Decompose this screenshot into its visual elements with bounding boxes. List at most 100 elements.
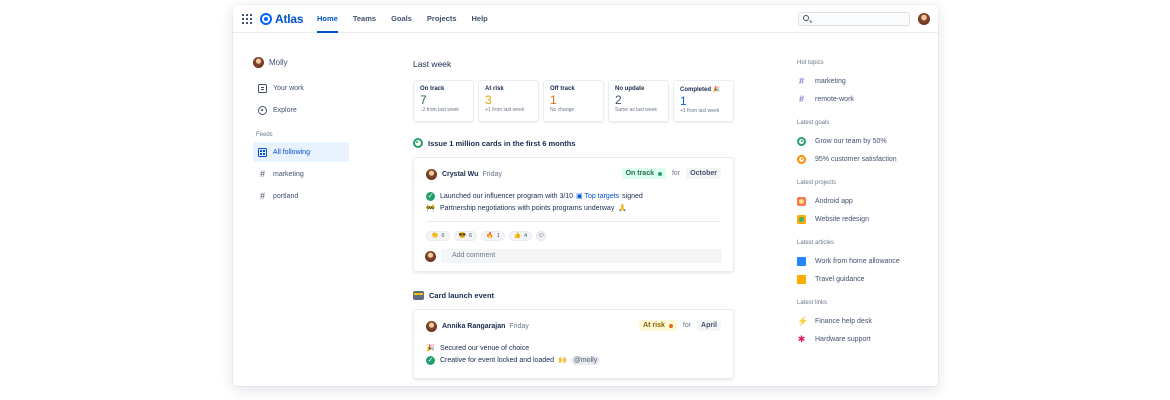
author-name[interactable]: Crystal Wu: [442, 171, 478, 178]
sidebar-user[interactable]: Molly: [253, 55, 353, 69]
profile-avatar[interactable]: [918, 13, 930, 25]
nav-tabs: Home Teams Goals Projects Help: [317, 5, 503, 33]
stat-off-track[interactable]: Off track 1 No change: [543, 80, 604, 122]
status-label: On track: [625, 170, 654, 177]
link-item[interactable]: ⚡ Finance help desk: [797, 312, 927, 330]
avatar[interactable]: [426, 320, 437, 332]
atlas-logo-icon: [260, 13, 272, 25]
tab-goals[interactable]: Goals: [391, 5, 412, 33]
status-row: On track for October: [621, 168, 721, 179]
reaction-fire[interactable]: 🔥 1: [481, 231, 505, 241]
stat-change: +1 from last week: [680, 108, 720, 114]
reaction-cool[interactable]: 😎 6: [453, 231, 478, 241]
compass-icon: [258, 105, 267, 115]
for-label: for: [682, 322, 692, 329]
stat-completed[interactable]: Completed 🎉 1 +1 from last week: [673, 80, 734, 122]
tab-help[interactable]: Help: [472, 5, 488, 33]
author-name[interactable]: Annika Rangarajan: [442, 323, 505, 330]
app-window: Atlas Home Teams Goals Projects Help Mol…: [233, 5, 938, 386]
reaction-count: 6: [469, 233, 473, 239]
latest-projects: Latest projects Android app Website rede…: [797, 180, 927, 228]
hash-icon: #: [798, 93, 804, 104]
sidebar-item-explore[interactable]: Explore: [253, 100, 353, 120]
goal-header[interactable]: Issue 1 million cards in the first 6 mon…: [413, 137, 734, 149]
tab-home[interactable]: Home: [317, 5, 338, 33]
stat-change: No change: [550, 107, 575, 113]
status-row: At risk for April: [639, 320, 721, 331]
stat-no-update[interactable]: No update 2 Same as last week: [608, 80, 669, 122]
project-title: Card launch event: [429, 290, 495, 300]
slack-icon: ✱: [797, 333, 806, 344]
update-text: Secured our venue of choice: [440, 344, 530, 352]
target-month: April: [697, 320, 721, 331]
status-summary: On track 7 ↓2 from last week At risk 3 +…: [413, 80, 734, 122]
comment-input[interactable]: Add comment: [441, 249, 722, 263]
hot-topics: Hot topics # marketing # remote-work: [797, 60, 927, 108]
party-popper-icon: 🎉: [426, 344, 435, 352]
project-item[interactable]: Android app: [797, 192, 927, 210]
sidebar-item-label: All following: [273, 148, 310, 156]
feeds-heading: Feeds: [256, 132, 273, 138]
reaction-thumbs-up[interactable]: 👍 4: [508, 231, 533, 241]
goal-icon: [797, 154, 806, 164]
update-card: Crystal Wu Friday On track for October ✓…: [413, 157, 734, 272]
article-item[interactable]: Work from home allowance: [797, 252, 927, 270]
document-icon: [797, 256, 806, 266]
stat-value: 2: [615, 93, 622, 107]
add-reaction-icon[interactable]: ☺: [536, 231, 547, 241]
update-line: ✓ Launched our influencer program with 3…: [414, 190, 733, 202]
tab-teams[interactable]: Teams: [353, 5, 376, 33]
sidebar-item-marketing[interactable]: # marketing: [253, 164, 353, 184]
project-icon: [797, 196, 806, 206]
topic-item[interactable]: # remote-work: [797, 90, 927, 108]
project-header[interactable]: Card launch event: [413, 289, 734, 301]
sidebar-item-label: Explore: [273, 106, 297, 114]
update-date: Friday: [509, 322, 529, 330]
document-icon: [797, 274, 806, 284]
sidebar-item-label: Your work: [273, 84, 304, 92]
sidebar-item-all-following[interactable]: All following: [253, 142, 349, 162]
link-item[interactable]: ✱ Hardware support: [797, 330, 927, 348]
top-targets-link[interactable]: ▣ Top targets: [576, 192, 619, 200]
stat-value: 1: [550, 93, 557, 107]
user-mention[interactable]: @molly: [570, 355, 601, 365]
search-input[interactable]: [798, 12, 910, 26]
latest-articles-heading: Latest articles: [797, 240, 835, 246]
sidebar-item-portland[interactable]: # portland: [253, 186, 353, 206]
stat-change: +1 from last week: [485, 107, 525, 113]
latest-goals-heading: Latest goals: [797, 120, 830, 126]
update-line: ✓ Creative for event locked and loaded 🙌…: [414, 354, 733, 366]
reaction-clap[interactable]: 👏 6: [426, 231, 450, 241]
status-badge: At risk: [639, 320, 677, 331]
article-item[interactable]: Travel guidance: [797, 270, 927, 288]
thumbs-up-icon: 👍: [513, 233, 522, 239]
stat-on-track[interactable]: On track 7 ↓2 from last week: [413, 80, 474, 122]
goal-item[interactable]: Grow our team by 50%: [797, 132, 927, 150]
tab-projects[interactable]: Projects: [427, 5, 457, 33]
user-name: Molly: [269, 57, 288, 67]
reaction-count: 6: [441, 233, 445, 239]
hash-icon: #: [259, 190, 265, 201]
avatar[interactable]: [426, 168, 437, 180]
article-label: Travel guidance: [815, 275, 865, 283]
project-item[interactable]: Website redesign: [797, 210, 927, 228]
check-icon: ✓: [426, 355, 435, 365]
app-switcher-icon[interactable]: [242, 14, 252, 24]
latest-links-heading: Latest links: [797, 300, 828, 306]
update-card: Annika Rangarajan Friday At risk for Apr…: [413, 309, 734, 379]
atlas-logo[interactable]: Atlas: [260, 11, 304, 27]
sidebar-item-your-work[interactable]: Your work: [253, 78, 353, 98]
stat-change: Same as last week: [615, 107, 657, 113]
work-icon: [258, 83, 267, 93]
handshake-icon: 🙏: [618, 205, 628, 212]
stat-at-risk[interactable]: At risk 3 +1 from last week: [478, 80, 539, 122]
goal-item[interactable]: 95% customer satisfaction: [797, 150, 927, 168]
atlas-wordmark: Atlas: [275, 12, 304, 26]
project-icon: [797, 214, 806, 224]
update-text: Launched our influencer program with 3/1…: [440, 192, 574, 200]
article-label: Work from home allowance: [815, 257, 900, 265]
reaction-count: 4: [524, 233, 528, 239]
right-sidebar: Hot topics # marketing # remote-work Lates…: [797, 60, 927, 360]
clap-icon: 👏: [431, 233, 439, 239]
topic-item[interactable]: # marketing: [797, 72, 927, 90]
